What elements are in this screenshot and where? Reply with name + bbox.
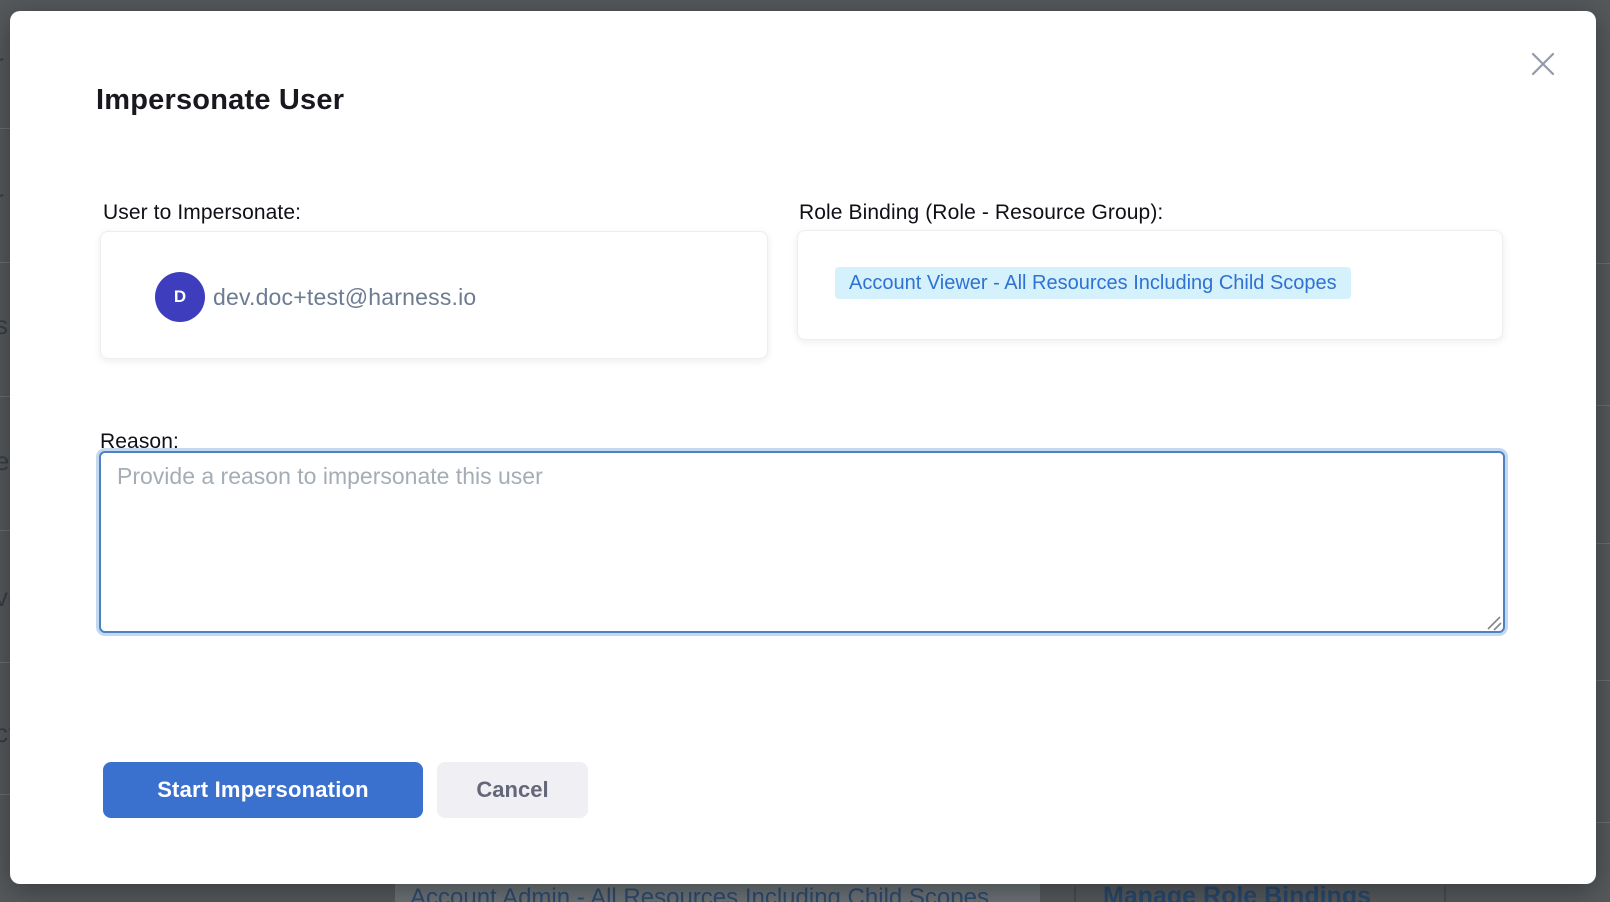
avatar: D <box>155 272 205 322</box>
bg-row-divider <box>0 794 10 795</box>
bg-text-fragment: r <box>0 48 4 79</box>
bg-row-divider <box>0 662 10 663</box>
cancel-button[interactable]: Cancel <box>437 762 588 818</box>
reason-input[interactable] <box>99 451 1505 633</box>
bg-separator: | <box>1072 885 1078 902</box>
bg-separator: | <box>1442 885 1448 902</box>
bg-text-fragment: r <box>0 184 4 215</box>
bg-row-divider <box>1596 822 1610 823</box>
bg-role-binding-text: Account Admin - All Resources Including … <box>410 886 989 902</box>
screen: r r s ev ve ct Account Admin - All Resou… <box>0 0 1610 902</box>
bg-manage-role-bindings-link: Manage Role Bindings <box>1103 884 1371 902</box>
bg-row-divider <box>1596 543 1610 544</box>
bg-text-fragment: s <box>0 310 9 341</box>
bg-row-divider <box>0 530 10 531</box>
role-binding-chip: Account Viewer - All Resources Including… <box>835 267 1351 299</box>
bg-row-divider <box>1596 680 1610 681</box>
bg-row-divider <box>0 262 10 263</box>
dialog-title: Impersonate User <box>96 84 344 117</box>
bg-row-divider <box>0 396 10 397</box>
bg-row-divider <box>1596 405 1610 406</box>
bg-row-divider <box>0 128 10 129</box>
start-impersonation-button[interactable]: Start Impersonation <box>103 762 423 818</box>
user-email: dev.doc+test@harness.io <box>213 284 476 311</box>
bg-role-binding-chip: Account Admin - All Resources Including … <box>395 884 1040 902</box>
close-icon[interactable] <box>1523 44 1563 84</box>
impersonate-user-dialog: Impersonate User User to Impersonate: D … <box>10 11 1596 884</box>
bg-row-divider <box>1596 263 1610 264</box>
user-to-impersonate-label: User to Impersonate: <box>103 201 301 225</box>
role-binding-label: Role Binding (Role - Resource Group): <box>799 201 1163 225</box>
